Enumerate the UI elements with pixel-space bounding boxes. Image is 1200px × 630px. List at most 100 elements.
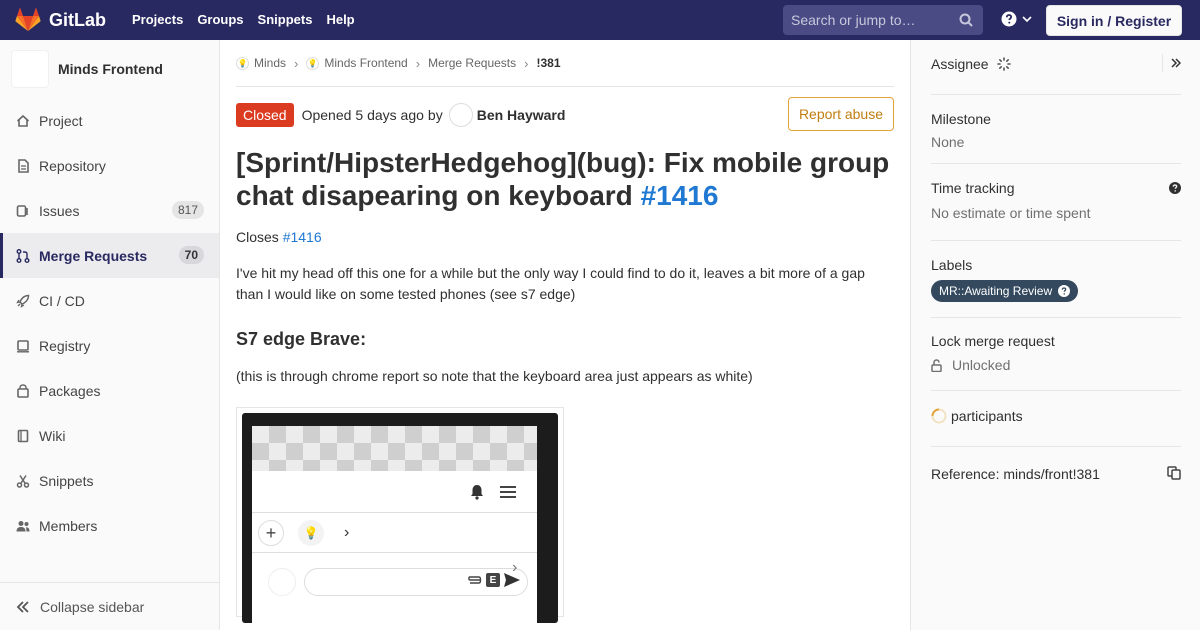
author-name[interactable]: Ben Hayward <box>477 107 566 123</box>
screenshot-image[interactable]: + 💡 › E › <box>236 407 564 623</box>
collapse-right-sidebar-button[interactable] <box>1162 54 1181 72</box>
phone-frame: + 💡 › E › <box>242 413 558 623</box>
breadcrumb-group[interactable]: 💡 Minds <box>236 56 286 70</box>
breadcrumb-label: Minds <box>254 56 287 70</box>
merge-request-content: 💡 Minds › 💡 Minds Frontend › Merge Reque… <box>236 40 894 623</box>
gitlab-home-link[interactable]: GitLab <box>15 0 106 40</box>
reference-text: Reference: minds/front!381 <box>931 466 1100 482</box>
paperclip-icon <box>468 576 482 584</box>
opened-time: 5 days ago <box>355 107 424 123</box>
collapse-sidebar-button[interactable]: Collapse sidebar <box>0 582 219 630</box>
sidebar-item-members[interactable]: Members <box>0 503 219 548</box>
top-nav: Projects Groups Snippets Help <box>125 0 362 40</box>
report-abuse-button[interactable]: Report abuse <box>787 97 894 131</box>
mr-title: [Sprint/HipsterHedgehog](bug): Fix mobil… <box>236 146 894 212</box>
home-icon <box>16 114 30 128</box>
chevron-right-icon: › <box>524 55 529 71</box>
time-tracking-value: No estimate or time spent <box>931 205 1091 221</box>
nav-help[interactable]: Help <box>319 0 361 40</box>
double-chevron-right-icon <box>1171 58 1181 68</box>
sidebar-item-project[interactable]: Project <box>0 98 219 143</box>
project-avatar <box>11 50 49 88</box>
chevron-right-icon: › <box>344 524 350 541</box>
nav-groups[interactable]: Groups <box>190 0 250 40</box>
sidebar-item-label: Repository <box>39 157 106 174</box>
breadcrumb-current[interactable]: !381 <box>536 56 560 70</box>
unlock-icon <box>931 358 942 372</box>
avatar <box>268 568 296 596</box>
closes-issue-link[interactable]: #1416 <box>283 229 322 245</box>
project-header[interactable]: Minds Frontend <box>0 40 219 98</box>
breadcrumb-project[interactable]: 💡 Minds Frontend <box>306 56 408 70</box>
phone-screen: + 💡 › E › <box>252 426 537 623</box>
nav-projects[interactable]: Projects <box>125 0 190 40</box>
sidebar-item-packages[interactable]: Packages <box>0 368 219 413</box>
author-avatar[interactable] <box>448 103 473 127</box>
assignee-block: Assignee <box>931 40 1181 95</box>
users-icon <box>16 519 30 533</box>
sidebar-item-wiki[interactable]: Wiki <box>0 413 219 458</box>
search-input[interactable] <box>791 12 959 28</box>
issues-icon <box>16 204 30 218</box>
chevron-right-icon: › <box>415 55 421 71</box>
mr-title-issue-link[interactable]: #1416 <box>641 180 719 211</box>
chevron-down-icon <box>1022 16 1032 23</box>
mr-title-text: [Sprint/HipsterHedgehog](bug): Fix mobil… <box>236 147 890 211</box>
sidebar-item-label: Merge Requests <box>39 247 148 264</box>
question-circle-icon[interactable] <box>1169 182 1181 194</box>
loading-spinner-icon <box>931 408 947 424</box>
top-navbar: GitLab Projects Groups Snippets Help Sig… <box>0 0 1200 40</box>
sidebar-item-merge-requests[interactable]: Merge Requests 70 <box>0 233 219 278</box>
chevron-right-icon: › <box>294 55 299 71</box>
search-icon[interactable] <box>959 13 973 27</box>
breadcrumb-merge-requests[interactable]: Merge Requests <box>428 56 516 70</box>
help-dropdown[interactable] <box>1001 11 1032 27</box>
label-pill[interactable]: MR::Awaiting Review <box>931 280 1079 302</box>
question-circle-icon <box>1001 11 1017 27</box>
sign-in-button[interactable]: Sign in / Register <box>1046 5 1182 36</box>
lock-title: Lock merge request <box>931 333 1055 349</box>
lock-status: Unlocked <box>931 357 1181 373</box>
hamburger-menu-icon <box>500 486 516 498</box>
phone-group-bar: + 💡 › <box>252 513 537 553</box>
phone-compose-row: E › <box>252 553 537 613</box>
assignee-title: Assignee <box>931 56 989 72</box>
chevron-right-icon: › <box>512 559 518 576</box>
merge-requests-count-badge: 70 <box>178 246 204 264</box>
book-icon <box>16 429 30 443</box>
sidebar-item-registry[interactable]: Registry <box>0 323 219 368</box>
lightbulb-icon: 💡 <box>298 520 324 546</box>
sidebar-item-ci-cd[interactable]: CI / CD <box>0 278 219 323</box>
sidebar-item-label: Project <box>39 112 83 129</box>
participants-block: participants <box>931 391 1181 447</box>
status-badge: Closed <box>236 103 294 127</box>
plus-icon: + <box>258 520 284 546</box>
sidebar-item-repository[interactable]: Repository <box>0 143 219 188</box>
breadcrumb-label: Minds Frontend <box>324 56 408 70</box>
container-icon <box>16 339 30 353</box>
opened-by: by <box>427 107 443 123</box>
gitlab-logo-icon <box>15 8 41 31</box>
lock-block: Lock merge request Unlocked <box>931 318 1181 391</box>
sidebar-item-snippets[interactable]: Snippets <box>0 458 219 503</box>
breadcrumb: 💡 Minds › 💡 Minds Frontend › Merge Reque… <box>236 40 894 87</box>
e-badge-icon: E <box>486 573 500 587</box>
scissors-icon <box>16 474 30 488</box>
sidebar-item-label: Snippets <box>39 472 94 489</box>
right-sidebar: Assignee Milestone None Time tracking No… <box>910 40 1200 630</box>
rocket-icon <box>16 294 30 308</box>
double-chevron-left-icon <box>16 600 29 613</box>
sidebar-item-label: Packages <box>39 382 101 399</box>
opened-prefix: Opened <box>301 107 352 123</box>
merge-request-icon <box>16 248 30 263</box>
nav-snippets[interactable]: Snippets <box>251 0 320 40</box>
milestone-value: None <box>931 134 965 150</box>
closes-label: Closes <box>236 229 279 245</box>
mr-description: I've hit my head off this one for a whil… <box>236 265 865 302</box>
copy-icon[interactable] <box>1167 466 1181 480</box>
milestone-block: Milestone None <box>931 95 1181 164</box>
sidebar-item-issues[interactable]: Issues 817 <box>0 188 219 233</box>
sidebar-item-label: Registry <box>39 337 91 354</box>
transparent-area <box>252 426 537 471</box>
milestone-title: Milestone <box>931 111 991 127</box>
